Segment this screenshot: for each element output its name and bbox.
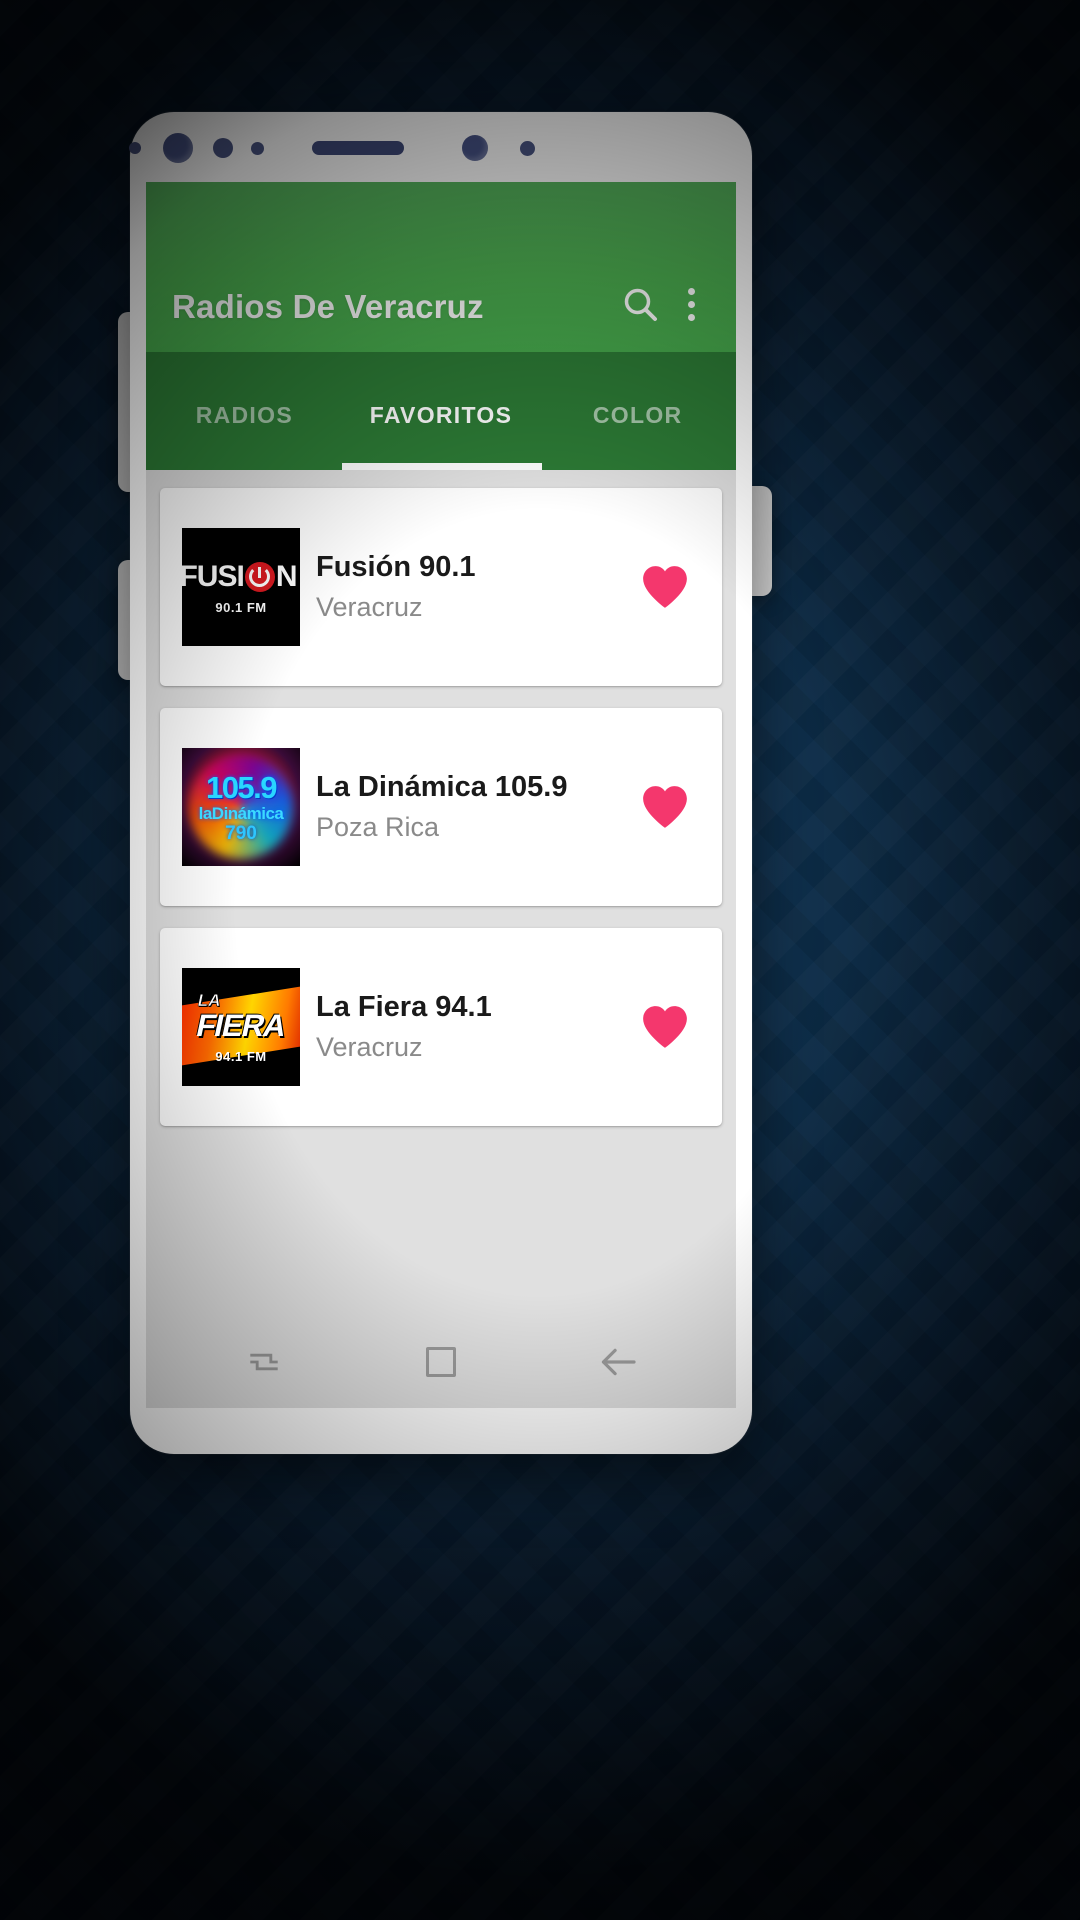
sensor-dot-icon [251, 141, 264, 155]
wallpaper-backdrop: Radios De Veracruz RADIOS FAVORITOS COLO… [0, 0, 1080, 1920]
dinamica-logo: 105.9 laDinámica 790 [182, 748, 300, 866]
station-city: Veracruz [316, 591, 423, 622]
heart-icon [643, 1006, 687, 1048]
station-name: La Fiera 94.1 [316, 990, 492, 1023]
front-camera-icon [163, 133, 193, 163]
station-city: Veracruz [316, 1031, 423, 1062]
earpiece-speaker-icon [312, 141, 404, 155]
sensor-dot-icon [129, 142, 141, 154]
overflow-menu-icon [687, 287, 695, 295]
phone-sensor-row [129, 112, 752, 184]
station-city: Poza Rica [316, 811, 440, 842]
home-button[interactable] [403, 1331, 479, 1393]
fusion-power-icon [244, 561, 275, 592]
fusion-logo-subtext: 90.1 FM [215, 599, 267, 615]
station-card[interactable]: FUSI N 90.1 FM Fusión 90.1 Veracruz [160, 488, 722, 686]
recents-icon [250, 1353, 279, 1371]
dinamica-logo-line3: 790 [225, 822, 257, 844]
search-icon [624, 288, 657, 321]
search-button[interactable] [612, 276, 668, 332]
page-title: Radios De Veracruz [172, 288, 484, 325]
fusion-logo-text-right: N [275, 559, 298, 593]
sensor-dot-icon [520, 140, 535, 156]
sensor-dot-icon [462, 135, 488, 161]
back-icon [601, 1348, 636, 1376]
dinamica-logo-line2: laDinámica [198, 803, 284, 823]
overflow-menu-icon [687, 313, 695, 321]
heart-icon [643, 786, 687, 828]
recents-button[interactable] [226, 1331, 302, 1393]
favorite-toggle[interactable] [634, 556, 696, 618]
overflow-menu-icon [687, 300, 695, 308]
favorite-toggle[interactable] [634, 776, 696, 838]
back-button[interactable] [580, 1331, 656, 1393]
android-navigation-bar [146, 1316, 736, 1408]
phone-mockup: Radios De Veracruz RADIOS FAVORITOS COLO… [129, 112, 752, 1454]
fiera-logo-line2: FIERA [193, 1007, 289, 1043]
fusion-logo-text-left: FUSI [182, 559, 245, 593]
fiera-logo-line3: 94.1 FM [215, 1048, 267, 1064]
favorite-toggle[interactable] [634, 996, 696, 1058]
sensor-dot-icon [213, 138, 233, 158]
station-info: La Fiera 94.1 Veracruz [300, 989, 634, 1066]
tab-bar: RADIOS FAVORITOS COLOR [146, 352, 736, 470]
station-card[interactable]: 105.9 laDinámica 790 La Dinámica 105.9 P… [160, 708, 722, 906]
station-name: Fusión 90.1 [316, 550, 476, 583]
home-icon [425, 1347, 456, 1377]
tab-radios[interactable]: RADIOS [146, 394, 343, 429]
overflow-menu-button[interactable] [668, 276, 714, 332]
station-info: Fusión 90.1 Veracruz [300, 549, 634, 626]
station-card[interactable]: LA FIERA 94.1 FM La Fiera 94.1 Veracruz [160, 928, 722, 1126]
phone-screen: Radios De Veracruz RADIOS FAVORITOS COLO… [146, 182, 736, 1408]
fusion-logo: FUSI N 90.1 FM [182, 528, 300, 646]
tab-favoritos[interactable]: FAVORITOS [343, 394, 540, 429]
station-name: La Dinámica 105.9 [316, 770, 568, 803]
tab-color[interactable]: COLOR [539, 394, 736, 429]
app-bar: Radios De Veracruz [146, 182, 736, 352]
tab-active-indicator [342, 463, 542, 470]
fiera-logo: LA FIERA 94.1 FM [182, 968, 300, 1086]
favorites-list: FUSI N 90.1 FM Fusión 90.1 Veracruz 105.… [146, 470, 736, 1316]
station-info: La Dinámica 105.9 Poza Rica [300, 769, 634, 846]
heart-icon [643, 566, 687, 608]
dinamica-logo-line1: 105.9 [205, 769, 278, 805]
